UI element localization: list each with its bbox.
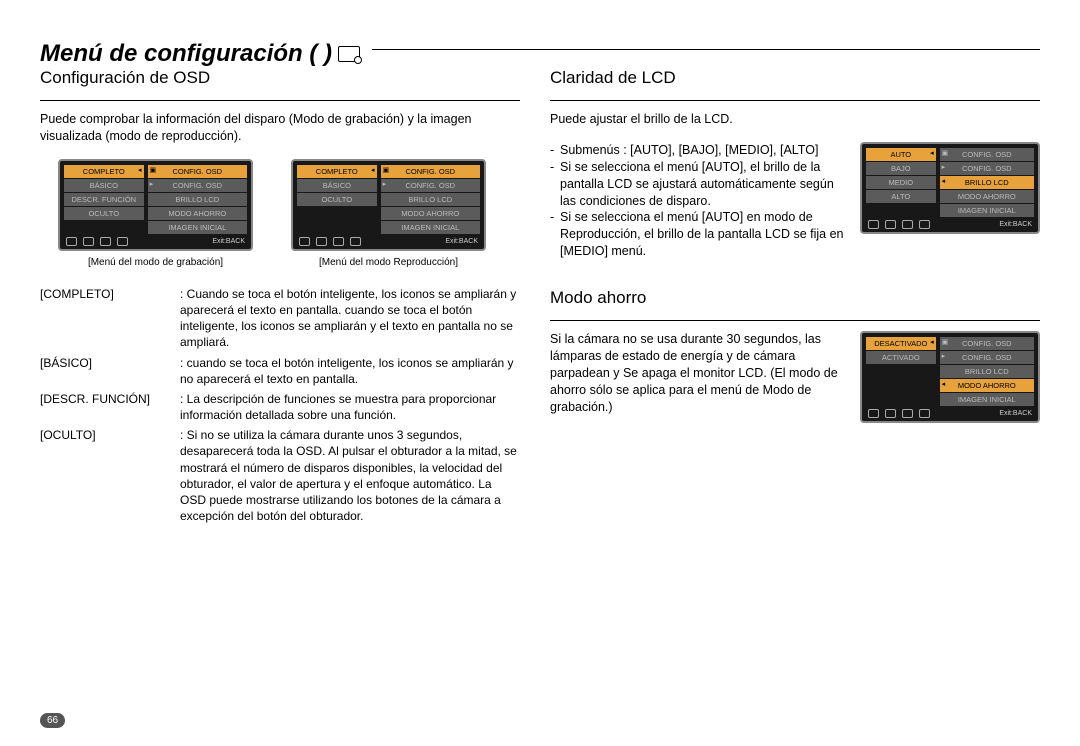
footer-icon	[316, 237, 327, 246]
lcd-bullets: -Submenús : [AUTO], [BAJO], [MEDIO], [AL…	[550, 142, 846, 260]
osd-intro: Puede comprobar la información del dispa…	[40, 111, 520, 145]
menu-item: ◂BRILLO LCD	[940, 176, 1034, 189]
lcd-intro: Puede ajustar el brillo de la LCD.	[550, 111, 1040, 128]
menu-exit: Exit:BACK	[999, 410, 1032, 417]
footer-icon	[902, 220, 913, 229]
menu-item: BÁSICO	[64, 179, 144, 192]
menu-item: IMAGEN INICIAL	[148, 221, 247, 234]
desc-term: [COMPLETO]	[40, 286, 180, 351]
menu-item: ▣CONFIG. OSD	[940, 337, 1034, 350]
footer-icon	[902, 409, 913, 418]
section-rule	[40, 100, 520, 101]
menu-item: IMAGEN INICIAL	[940, 204, 1034, 217]
footer-icon	[100, 237, 111, 246]
menu-item: BÁSICO	[297, 179, 377, 192]
menu-item: ▣CONFIG. OSD	[940, 148, 1034, 161]
menu-item: ▸CONFIG. OSD	[940, 351, 1034, 364]
powersave-body: Si la cámara no se usa durante 30 segund…	[550, 331, 846, 415]
footer-icon	[885, 409, 896, 418]
menu-caption: [Menú del modo Reproducción]	[319, 257, 458, 268]
menu-exit: Exit:BACK	[999, 221, 1032, 228]
menu-item: ▸CONFIG. OSD	[381, 179, 480, 192]
footer-icon	[919, 220, 930, 229]
menu-item: BAJO	[866, 162, 936, 175]
desc-term: [BÁSICO]	[40, 355, 180, 387]
section-heading-powersave: Modo ahorro	[550, 288, 1040, 310]
menu-item: MODO AHORRO	[940, 190, 1034, 203]
menu-item: ALTO	[866, 190, 936, 203]
menu-item: BRILLO LCD	[381, 193, 480, 206]
footer-icon	[66, 237, 77, 246]
menu-item: ACTIVADO	[866, 351, 936, 364]
footer-icon	[868, 409, 879, 418]
menu-exit: Exit:BACK	[445, 238, 478, 245]
menu-item: DESACTIVADO◂	[866, 337, 936, 350]
menu-exit: Exit:BACK	[212, 238, 245, 245]
page-number: 66	[40, 713, 65, 728]
footer-icon	[299, 237, 310, 246]
title-rule	[372, 49, 1040, 50]
menu-item: ▣CONFIG. OSD	[381, 165, 480, 178]
section-heading-osd: Configuración de OSD	[40, 68, 520, 90]
footer-icon	[333, 237, 344, 246]
menu-item: AUTO◂	[866, 148, 936, 161]
menu-caption: [Menú del modo de grabación]	[88, 257, 223, 268]
column-right: Claridad de LCD Puede ajustar el brillo …	[550, 68, 1040, 528]
page-title: Menú de configuración ( )	[40, 40, 360, 68]
section-heading-lcd: Claridad de LCD	[550, 68, 1040, 90]
menu-item: OCULTO	[64, 207, 144, 220]
column-left: Configuración de OSD Puede comprobar la …	[40, 68, 520, 528]
menu-item: COMPLETO◂	[297, 165, 377, 178]
camera-menu-powersave: DESACTIVADO◂ ACTIVADO ▣CONFIG. OSD ▸CONF…	[860, 331, 1040, 423]
desc-body: : Si no se utiliza la cámara durante uno…	[180, 427, 520, 524]
camera-menu-playback: COMPLETO◂ BÁSICO OCULTO ▣CONFIG. OSD ▸CO…	[291, 159, 486, 268]
menu-item: ▸CONFIG. OSD	[940, 162, 1034, 175]
page-title-text: Menú de configuración ( )	[40, 40, 332, 68]
camera-menu-lcd: AUTO◂ BAJO MEDIO ALTO ▣CONFIG. OSD ▸CONF…	[860, 142, 1040, 234]
section-rule	[550, 320, 1040, 321]
footer-icon	[868, 220, 879, 229]
menu-item: MEDIO	[866, 176, 936, 189]
menu-item: OCULTO	[297, 193, 377, 206]
settings-icon	[338, 46, 360, 62]
camera-menu-recording: COMPLETO◂ BÁSICO DESCR. FUNCIÓN OCULTO ▣…	[58, 159, 253, 268]
footer-icon	[117, 237, 128, 246]
menu-item: COMPLETO◂	[64, 165, 144, 178]
menu-item: ▣CONFIG. OSD	[148, 165, 247, 178]
menu-item: BRILLO LCD	[148, 193, 247, 206]
footer-icon	[350, 237, 361, 246]
desc-term: [OCULTO]	[40, 427, 180, 524]
desc-body: : cuando se toca el botón inteligente, l…	[180, 355, 520, 387]
menu-item: BRILLO LCD	[940, 365, 1034, 378]
desc-term: [DESCR. FUNCIÓN]	[40, 391, 180, 423]
desc-body: : La descripción de funciones se muestra…	[180, 391, 520, 423]
description-list: [COMPLETO] : Cuando se toca el botón int…	[40, 286, 520, 525]
menu-item: IMAGEN INICIAL	[381, 221, 480, 234]
footer-icon	[919, 409, 930, 418]
menu-item: DESCR. FUNCIÓN	[64, 193, 144, 206]
menu-item: ▸CONFIG. OSD	[148, 179, 247, 192]
menu-item: MODO AHORRO	[148, 207, 247, 220]
menu-item: MODO AHORRO	[381, 207, 480, 220]
menu-item: ◂MODO AHORRO	[940, 379, 1034, 392]
footer-icon	[885, 220, 896, 229]
section-rule	[550, 100, 1040, 101]
desc-body: : Cuando se toca el botón inteligente, l…	[180, 286, 520, 351]
footer-icon	[83, 237, 94, 246]
menu-item: IMAGEN INICIAL	[940, 393, 1034, 406]
